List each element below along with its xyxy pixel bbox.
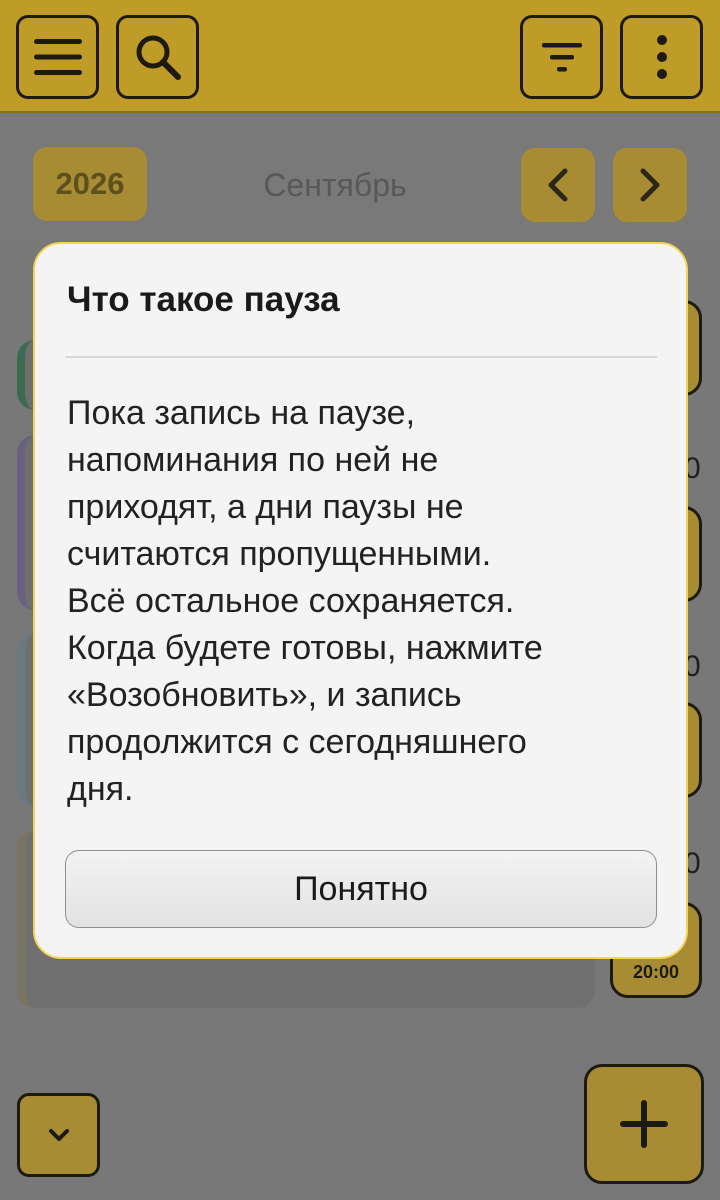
menu-icon bbox=[33, 39, 82, 75]
menu-button[interactable] bbox=[16, 15, 99, 99]
month-label: Сентябрь bbox=[263, 167, 407, 203]
plus-icon bbox=[620, 1100, 668, 1148]
next-month-button[interactable] bbox=[613, 148, 687, 222]
got-it-button[interactable]: Понятно bbox=[65, 850, 657, 928]
add-entry-button[interactable] bbox=[584, 1064, 704, 1184]
app-bar bbox=[0, 0, 720, 113]
filter-button[interactable] bbox=[520, 15, 603, 99]
dialog-title: Что такое пауза bbox=[67, 280, 340, 319]
filter-icon bbox=[541, 43, 582, 72]
prev-month-button[interactable] bbox=[521, 148, 595, 222]
time-chip-label: 20:00 bbox=[632, 962, 680, 982]
chevron-left-icon bbox=[548, 168, 568, 202]
year-chip[interactable]: 2026 bbox=[33, 147, 147, 221]
dialog-body: Пока запись на паузе, напоминания по ней… bbox=[67, 394, 543, 808]
collapse-button[interactable] bbox=[17, 1093, 100, 1177]
more-vert-icon bbox=[656, 35, 667, 79]
chevron-right-icon bbox=[640, 168, 660, 202]
chevron-down-icon bbox=[48, 1129, 69, 1141]
search-button[interactable] bbox=[116, 15, 199, 99]
more-button[interactable] bbox=[620, 15, 703, 99]
pause-info-dialog: Что такое пауза Пока запись на паузе, на… bbox=[33, 242, 688, 959]
search-icon bbox=[136, 35, 181, 80]
dialog-divider bbox=[65, 356, 657, 358]
